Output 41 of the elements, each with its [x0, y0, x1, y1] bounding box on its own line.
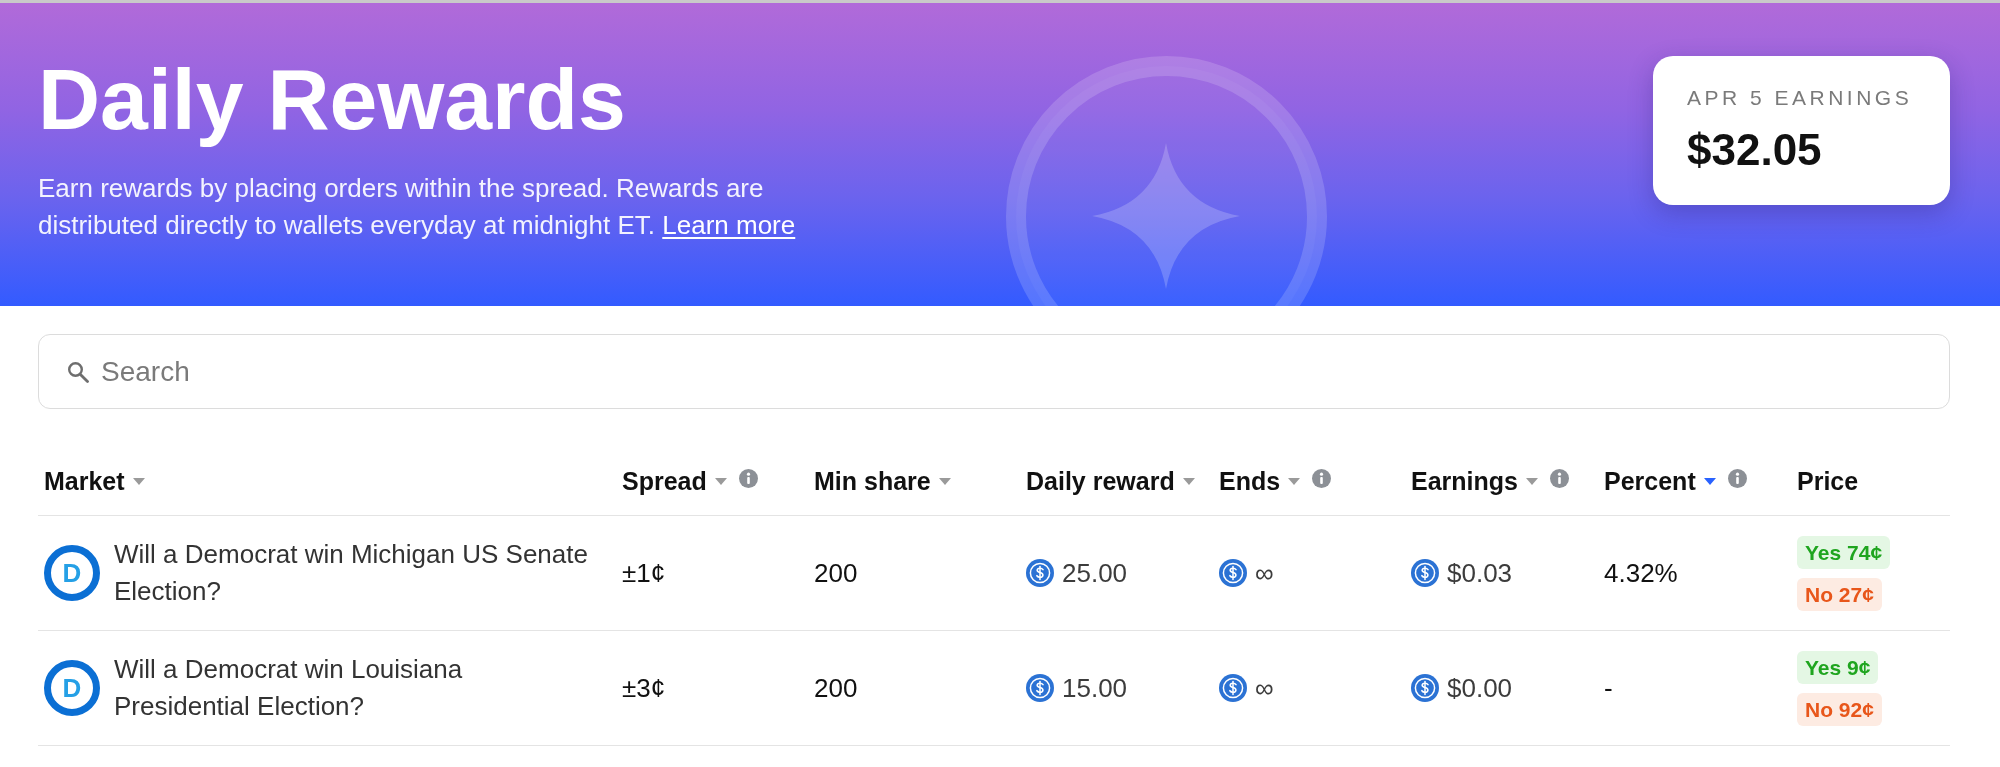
market-logo: D — [44, 660, 100, 716]
header-description: Earn rewards by placing orders within the spread. Rewards are distributed directly to wallets everyday at midnight ET. Learn more — [38, 172, 797, 242]
column-header[interactable]: Ends — [1219, 465, 1301, 497]
daily-reward-value: 25.00 — [1062, 557, 1128, 589]
coin-icon — [1219, 674, 1247, 702]
learn-more-link[interactable]: Learn more — [662, 210, 796, 240]
percent-value: 4.32% — [1604, 557, 1678, 589]
market-title[interactable]: Will a Democrat win Michigan US Senate Election? — [114, 536, 600, 610]
spread-value: ±3¢ — [622, 672, 666, 704]
page-title: Daily Rewards — [38, 50, 627, 149]
column-header[interactable]: Percent — [1604, 465, 1716, 497]
coin-icon — [1026, 674, 1054, 702]
column-header[interactable]: Spread — [622, 465, 727, 497]
ends-value: ∞ — [1255, 557, 1274, 589]
min-share-value: 200 — [814, 557, 858, 589]
min-share-value: 200 — [814, 672, 858, 704]
column-header[interactable]: Earnings — [1411, 465, 1538, 497]
info-icon[interactable] — [1727, 468, 1747, 488]
earnings-amount: $32.05 — [1687, 125, 1823, 175]
market-logo: D — [44, 545, 100, 601]
info-icon[interactable] — [738, 468, 758, 488]
search-field[interactable]: Search — [38, 334, 1950, 409]
ends-value: ∞ — [1255, 672, 1274, 704]
column-header[interactable]: Market — [44, 465, 145, 497]
column-header[interactable]: Min share — [814, 465, 951, 497]
spread-value: ±1¢ — [622, 557, 666, 589]
coin-icon — [1026, 559, 1054, 587]
earnings-label: APR 5 EARNINGS — [1687, 85, 1914, 111]
search-icon — [67, 361, 89, 383]
info-icon[interactable] — [1312, 468, 1332, 488]
column-header[interactable]: Daily reward — [1026, 465, 1195, 497]
daily-reward-value: 15.00 — [1062, 672, 1128, 704]
earnings-value: $0.03 — [1447, 557, 1513, 589]
info-icon[interactable] — [1550, 468, 1569, 488]
market-title[interactable]: Will a Democrat win Louisiana Presidential Election? — [114, 651, 600, 725]
column-header: Price — [1797, 466, 1859, 497]
earnings-value: $0.00 — [1447, 672, 1513, 704]
coin-icon — [1411, 674, 1439, 702]
coin-icon — [1411, 559, 1439, 587]
coin-icon — [1219, 559, 1247, 587]
percent-value: - — [1604, 672, 1613, 704]
